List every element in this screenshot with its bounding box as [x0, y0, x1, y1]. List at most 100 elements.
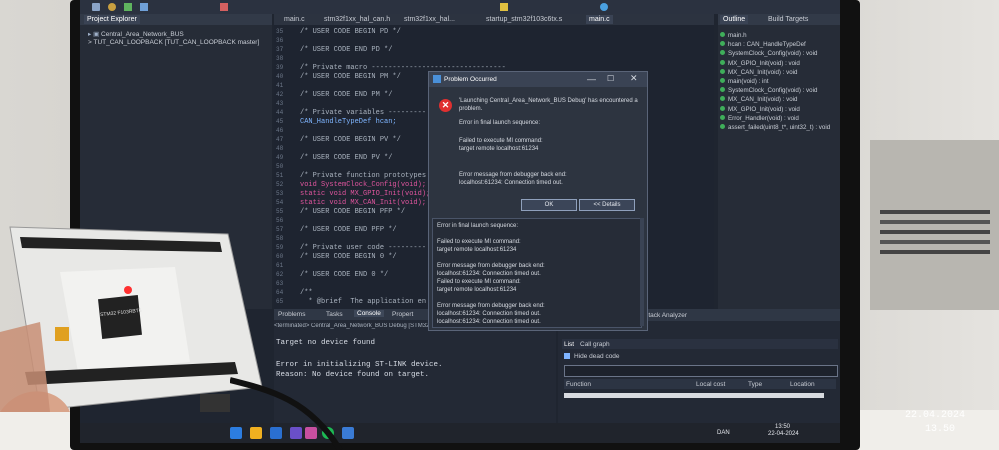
details-line: localhost:61234: Connection timed out. [437, 319, 541, 325]
outline-item[interactable]: MX_CAN_Init(void) : void [720, 96, 797, 103]
code-line: * @brief The application en [300, 298, 427, 306]
detail-line: localhost:61234: Connection timed out. [459, 180, 563, 186]
col-location[interactable]: Location [790, 381, 815, 388]
ok-button[interactable]: OK [521, 199, 577, 211]
method-icon [720, 114, 725, 120]
editor-tab-bar: main.c stm32f1xx_hal_can.h stm32f1xx_hal… [274, 14, 714, 25]
taskbar-date[interactable]: 22-04-2024 [768, 431, 799, 437]
line-number: 45 [276, 118, 284, 125]
language-indicator[interactable]: DAN [717, 430, 730, 436]
code-line: void SystemClock_Config(void); [300, 181, 427, 189]
code-line: static void MX_CAN_Init(void); [300, 199, 427, 207]
details-button[interactable]: << Details [579, 199, 635, 211]
app-icon [433, 75, 441, 83]
build-icon[interactable] [108, 3, 116, 11]
tab-hal[interactable]: stm32f1xx_hal... [404, 16, 455, 23]
info-icon[interactable] [600, 3, 608, 11]
detail-line: Error message from debugger back end: [459, 172, 567, 178]
tab-properties[interactable]: Propert [392, 311, 413, 318]
dialog-message: 'Launching Central_Area_Network_BUS Debu… [459, 98, 638, 104]
col-function[interactable]: Function [566, 381, 591, 388]
outline-item[interactable]: main(void) : int [720, 78, 769, 85]
method-icon [720, 124, 725, 129]
code-line: /* USER CODE BEGIN 0 */ [300, 253, 397, 261]
line-number: 40 [276, 73, 284, 80]
line-number: 65 [276, 298, 284, 305]
method-icon [720, 105, 725, 111]
outline-item[interactable]: main.h [720, 32, 747, 39]
detail-header: Error in final launch sequence: [459, 120, 541, 126]
tab-tasks[interactable]: Tasks [326, 311, 343, 318]
outline-item[interactable]: hcan : CAN_HandleTypeDef [720, 41, 806, 48]
save-icon[interactable] [92, 3, 100, 11]
minimize-icon[interactable]: — [587, 74, 596, 84]
code-line: /* Private variables --------- [300, 109, 427, 117]
details-scrollbar[interactable] [640, 218, 644, 326]
taskbar-time[interactable]: 13:50 [775, 424, 790, 430]
run-icon[interactable] [124, 3, 132, 11]
code-line: /* USER CODE END PM */ [300, 91, 393, 99]
line-number: 50 [276, 163, 284, 170]
outline-item[interactable]: MX_CAN_Init(void) : void [720, 68, 797, 76]
stack-filter-input[interactable] [564, 365, 838, 377]
tab-call-graph[interactable]: Call graph [580, 341, 610, 348]
debug-icon[interactable] [140, 3, 148, 11]
line-number: 46 [276, 127, 284, 134]
tab-hal-can[interactable]: stm32f1xx_hal_can.h [324, 16, 390, 23]
col-local-cost[interactable]: Local cost [696, 381, 725, 388]
details-line: Failed to execute MI command: [437, 239, 521, 245]
toolbar [80, 0, 840, 14]
maximize-icon[interactable]: ☐ [607, 74, 614, 83]
line-number: 57 [276, 226, 284, 233]
tab-problems[interactable]: Problems [278, 311, 305, 318]
details-line: localhost:61234: Connection timed out. [437, 271, 541, 277]
line-number: 55 [276, 208, 284, 215]
line-number: 62 [276, 271, 284, 278]
tree-item[interactable]: > TUT_CAN_LOOPBACK [TUT_CAN_LOOPBACK mas… [88, 39, 259, 46]
hide-dead-code-label: Hide dead code [574, 353, 620, 360]
line-number: 53 [276, 190, 284, 197]
stop-icon[interactable] [220, 3, 228, 11]
usb-cable [230, 377, 343, 450]
code-line: /* USER CODE END PFP */ [300, 226, 397, 234]
tree-item[interactable]: ▸ ▣ Central_Area_Network_BUS [88, 30, 184, 38]
dialog-title-bar: Problem Occurred — ☐ ✕ [429, 72, 647, 87]
tab-project-explorer[interactable]: Project Explorer [84, 15, 140, 24]
outline-item[interactable]: SystemClock_Config(void) : void [720, 87, 817, 94]
method-icon [720, 41, 725, 47]
tab-console[interactable]: Console [354, 310, 384, 317]
outline-item[interactable]: assert_failed(uint8_t*, uint32_t) : void [720, 124, 830, 131]
line-number: 43 [276, 100, 284, 107]
folder-icon: ▸ ▣ [88, 31, 102, 38]
outline-item[interactable]: Error_Handler(void) : void [720, 114, 799, 122]
tab-startup[interactable]: startup_stm32f103c6tx.s [486, 16, 562, 23]
line-number: 59 [276, 244, 284, 251]
code-line: /* Private function prototypes [300, 172, 427, 180]
line-number: 52 [276, 181, 284, 188]
details-textarea[interactable]: Error in final launch sequence: Failed t… [432, 218, 642, 328]
line-number: 51 [276, 172, 284, 179]
hide-dead-code-checkbox[interactable] [564, 353, 570, 359]
code-line: /* USER CODE BEGIN PM */ [300, 73, 401, 81]
outline-item[interactable]: MX_GPIO_Init(void) : void [720, 105, 800, 113]
console-line: Error in initializing ST-LINK device. [276, 361, 443, 369]
outline-item[interactable]: MX_GPIO_Init(void) : void [720, 59, 800, 67]
line-number: 36 [276, 37, 284, 44]
warning-icon[interactable] [500, 3, 508, 11]
col-type[interactable]: Type [748, 381, 762, 388]
close-icon[interactable]: ✕ [630, 73, 638, 84]
stack-analyzer-title[interactable]: Stack Analyzer [644, 312, 687, 319]
error-icon: ✕ [439, 99, 452, 112]
outline-panel: Outline Build Targets main.h hcan : CAN_H… [718, 14, 840, 309]
line-number: 41 [276, 82, 284, 89]
tab-build-targets[interactable]: Build Targets [768, 16, 808, 23]
tab-main-c[interactable]: main.c [284, 16, 305, 23]
stack-scrollbar[interactable] [564, 393, 824, 398]
tab-list[interactable]: List [564, 341, 574, 348]
outline-item[interactable]: SystemClock_Config(void) : void [720, 50, 817, 57]
tab-main-c-active[interactable]: main.c [586, 15, 613, 24]
stm32-board-photo: STM32 F103RBT6 [0, 212, 265, 412]
dialog-message-cont: problem. [459, 106, 483, 112]
tab-outline[interactable]: Outline [720, 15, 749, 24]
details-line: Error message from debugger back end: [437, 303, 545, 309]
